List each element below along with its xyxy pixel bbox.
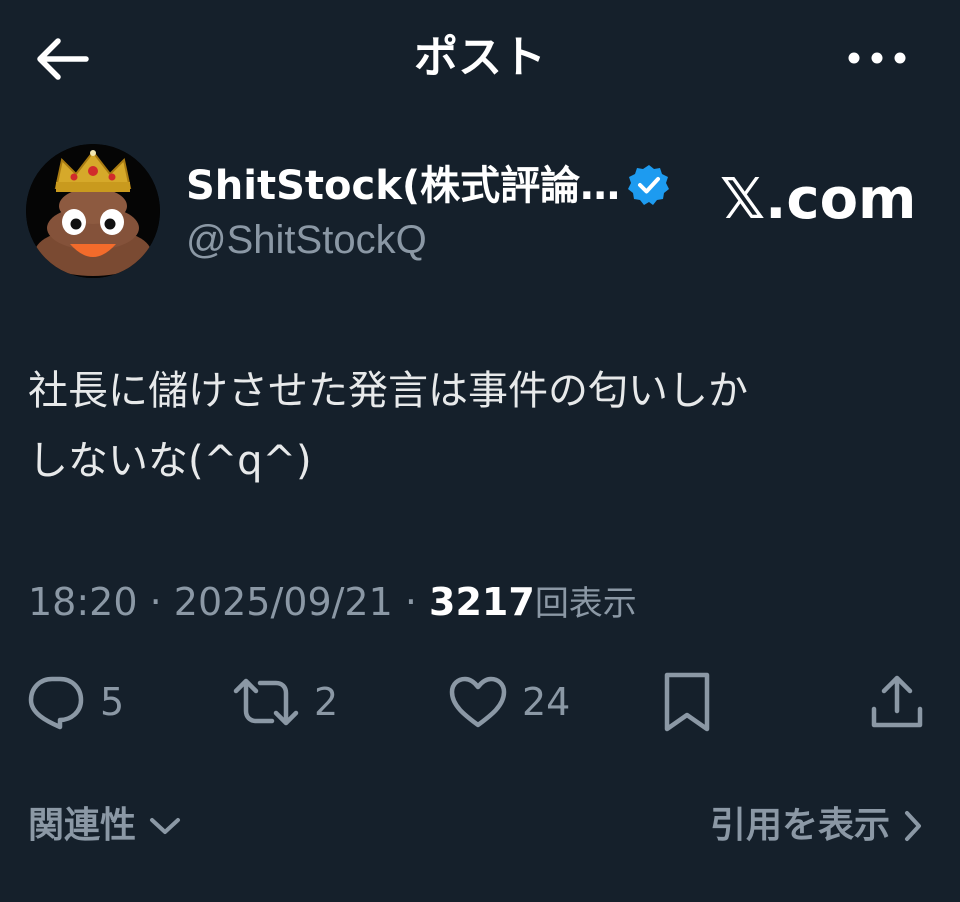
retweet-count: 2 (314, 680, 339, 724)
retweet-icon (233, 678, 299, 726)
views-label: 回表示 (534, 584, 637, 624)
sort-relevance-label: 関連性 (28, 805, 137, 846)
more-options-button[interactable] (842, 38, 912, 78)
post-date[interactable]: 2025/09/21 (174, 580, 393, 624)
like-button[interactable]: 24 (448, 672, 570, 732)
heart-icon (449, 676, 507, 728)
top-bar: ポスト (0, 0, 960, 120)
reply-bubble-icon (28, 676, 84, 730)
view-quotes-link[interactable]: 引用を表示 (710, 800, 924, 852)
post-body: 社長に儲けさせた発言は事件の匂いしか しないな(^q^) (28, 368, 748, 484)
avatar[interactable] (26, 144, 160, 278)
page-title: ポスト (414, 32, 546, 83)
crowned-poop-avatar-icon (26, 144, 160, 278)
views-count[interactable]: 3217 (429, 580, 535, 624)
share-button[interactable] (868, 672, 926, 732)
bookmark-icon (664, 672, 710, 732)
author-handle[interactable]: @ShitStockQ (186, 214, 427, 266)
x-com-watermark: 𝕏.com (720, 167, 917, 232)
chevron-down-icon (150, 818, 181, 834)
meta-separator-2: · (392, 580, 430, 624)
view-quotes-label: 引用を表示 (709, 805, 890, 846)
more-horizontal-icon (848, 52, 906, 64)
verified-badge-icon (627, 163, 671, 207)
reply-button[interactable]: 5 (26, 672, 124, 732)
like-count: 24 (522, 680, 571, 724)
bookmark-button[interactable] (660, 672, 714, 732)
author-display-name[interactable]: ShitStock(株式評論… (186, 160, 620, 212)
chevron-right-icon (905, 811, 921, 841)
post-meta: 18:20 · 2025/09/21 · 3217回表示 (28, 578, 637, 628)
share-upload-icon (871, 675, 923, 728)
sort-relevance-dropdown[interactable]: 関連性 (28, 800, 182, 852)
meta-separator: · (137, 580, 174, 624)
reply-count: 5 (100, 680, 125, 724)
retweet-button[interactable]: 2 (232, 672, 338, 732)
post-time[interactable]: 18:20 (28, 580, 138, 624)
